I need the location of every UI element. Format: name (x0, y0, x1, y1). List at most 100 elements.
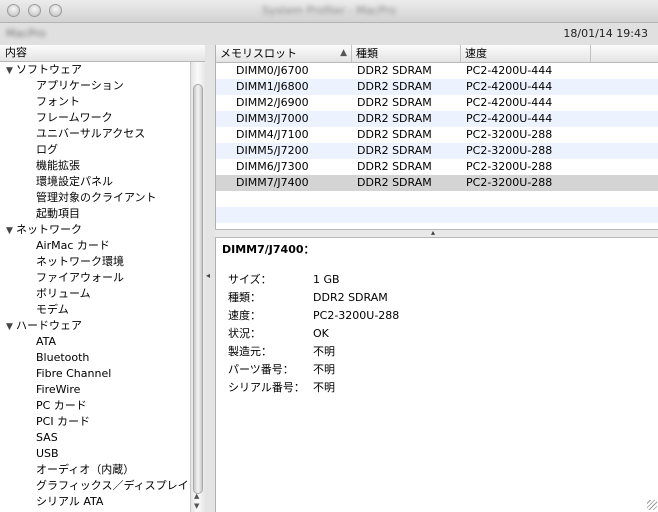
sidebar-item-label: 環境設定パネル (36, 175, 113, 188)
table-cell: DDR2 SDRAM (357, 176, 432, 189)
sidebar-item[interactable]: PC カード (0, 398, 190, 414)
machine-name: MacPro (6, 27, 46, 40)
sidebar-item[interactable]: ログ (0, 142, 190, 158)
detail-value: 不明 (313, 345, 335, 358)
table-cell: DIMM4/J7100 (236, 128, 309, 141)
table-cell: PC2-3200U-288 (466, 176, 553, 189)
sidebar-item[interactable]: モデム (0, 302, 190, 318)
sidebar-item[interactable]: PCI カード (0, 414, 190, 430)
sidebar-item[interactable]: フォント (0, 94, 190, 110)
table-cell: DDR2 SDRAM (357, 128, 432, 141)
detail-row: シリアル番号： 不明 (228, 379, 528, 397)
detail-value: PC2-3200U-288 (313, 309, 400, 322)
detail-key: 速度： (228, 309, 261, 322)
column-speed[interactable]: 速度 (461, 45, 591, 62)
scrollbar-thumb[interactable] (193, 84, 203, 494)
empty-row (216, 207, 658, 223)
sidebar-item[interactable]: FireWire (0, 382, 190, 398)
disclosure-triangle-icon[interactable]: ▼ (6, 223, 16, 239)
detail-pane: DIMM7/J7400： サイズ： 1 GB 種類： DDR2 SDRAM 速度： PC2… (215, 238, 658, 512)
table-row[interactable]: DIMM7/J7400 DDR2 SDRAM PC2-3200U-288 (216, 175, 658, 191)
sidebar-item[interactable]: ファイアウォール (0, 270, 190, 286)
horizontal-splitter[interactable]: ▴ (215, 228, 658, 238)
sidebar-item-label: フレームワーク (36, 111, 113, 124)
splitter-grip-icon[interactable]: ▴ (431, 228, 435, 237)
table-cell: DDR2 SDRAM (357, 64, 432, 77)
sidebar-item[interactable]: 起動項目 (0, 206, 190, 222)
info-bar: MacPro 18/01/14 19:43 (0, 23, 658, 46)
table-row[interactable]: DIMM0/J6700 DDR2 SDRAM PC2-4200U-444 (216, 63, 658, 79)
sidebar-item[interactable]: ボリューム (0, 286, 190, 302)
table-cell: DIMM0/J6700 (236, 64, 309, 77)
detail-value: 1 GB (313, 273, 340, 286)
table-row[interactable]: DIMM1/J6800 DDR2 SDRAM PC2-4200U-444 (216, 79, 658, 95)
sidebar-item[interactable]: オーディオ（内蔵） (0, 462, 190, 478)
table-row[interactable]: DIMM6/J7300 DDR2 SDRAM PC2-3200U-288 (216, 159, 658, 175)
sidebar-item-label: 機能拡張 (36, 159, 80, 172)
sidebar-item[interactable]: 環境設定パネル (0, 174, 190, 190)
scroll-up-icon[interactable]: ▲ (194, 492, 199, 500)
detail-value: DDR2 SDRAM (313, 291, 388, 304)
sidebar-item-label: ソフトウェア (16, 63, 82, 76)
table-row[interactable]: DIMM4/J7100 DDR2 SDRAM PC2-3200U-288 (216, 127, 658, 143)
sidebar-item[interactable]: AirMac カード (0, 238, 190, 254)
sort-ascending-icon: ▲ (340, 48, 347, 58)
sidebar-category[interactable]: ▼ ハードウェア (0, 318, 190, 334)
table-cell: DIMM7/J7400 (236, 176, 309, 189)
resize-grip-icon[interactable] (647, 500, 657, 510)
sidebar-item[interactable]: アプリケーション (0, 78, 190, 94)
table-row[interactable]: DIMM2/J6900 DDR2 SDRAM PC2-4200U-444 (216, 95, 658, 111)
detail-fields: サイズ： 1 GB 種類： DDR2 SDRAM 速度： PC2-3200U-288 状況：… (228, 271, 528, 397)
sidebar-item[interactable]: 機能拡張 (0, 158, 190, 174)
memory-table: メモリスロット ▲ 種類 速度 DIMM0/J6700 DDR2 SDRAM PC2… (215, 45, 658, 229)
sidebar-item-label: シリアル ATA (36, 495, 104, 508)
detail-key: 状況： (228, 327, 261, 340)
scroll-down-icon[interactable]: ▼ (194, 502, 199, 510)
table-header: メモリスロット ▲ 種類 速度 (216, 45, 658, 63)
sidebar-item[interactable]: Fibre Channel (0, 366, 190, 382)
vertical-splitter[interactable]: ◂ (205, 45, 215, 512)
sidebar-category[interactable]: ▼ ネットワーク (0, 222, 190, 238)
table-cell: PC2-4200U-444 (466, 96, 553, 109)
sidebar-item[interactable]: Bluetooth (0, 350, 190, 366)
detail-row: 速度： PC2-3200U-288 (228, 307, 528, 325)
table-row[interactable]: DIMM5/J7200 DDR2 SDRAM PC2-3200U-288 (216, 143, 658, 159)
sidebar-item[interactable]: ユニバーサルアクセス (0, 126, 190, 142)
sidebar-item-label: モデム (36, 303, 69, 316)
sidebar-item-label: ハードウェア (16, 319, 82, 332)
table-row[interactable]: DIMM3/J7000 DDR2 SDRAM PC2-4200U-444 (216, 111, 658, 127)
sidebar-scrollbar[interactable]: ▲ ▼ (190, 62, 205, 512)
date-time: 18/01/14 19:43 (563, 27, 648, 40)
column-type[interactable]: 種類 (352, 45, 461, 62)
disclosure-triangle-icon[interactable]: ▼ (6, 319, 16, 335)
sidebar-item[interactable]: USB (0, 446, 190, 462)
sidebar-category[interactable]: ▼ ソフトウェア (0, 62, 190, 78)
sidebar-item[interactable]: ATA (0, 334, 190, 350)
sidebar-header[interactable]: 内容 (0, 45, 205, 62)
detail-row: 製造元： 不明 (228, 343, 528, 361)
table-cell: DIMM2/J6900 (236, 96, 309, 109)
sidebar-item-label: ATA (36, 335, 57, 348)
sidebar-item[interactable]: シリアル ATA (0, 494, 190, 510)
sidebar-item-label: オーディオ（内蔵） (36, 463, 135, 476)
contents-sidebar: 内容 ▼ ソフトウェア アプリケーション フォント フレームワーク ユニバーサルアクセスロ… (0, 45, 206, 512)
table-cell: PC2-4200U-444 (466, 64, 553, 77)
sidebar-item[interactable]: ネットワーク環境 (0, 254, 190, 270)
sidebar-item-label: Fibre Channel (36, 367, 112, 380)
sidebar-item[interactable]: 管理対象のクライアント (0, 190, 190, 206)
splitter-grip-icon[interactable]: ◂ (206, 271, 210, 280)
table-cell: DIMM3/J7000 (236, 112, 309, 125)
sidebar-item-label: ネットワーク (16, 223, 82, 236)
sidebar-item[interactable]: フレームワーク (0, 110, 190, 126)
table-cell: DIMM5/J7200 (236, 144, 309, 157)
sidebar-item-label: ログ (36, 143, 58, 156)
column-memory-slot[interactable]: メモリスロット ▲ (216, 45, 352, 62)
sidebar-item[interactable]: グラフィックス／ディスプレイ (0, 478, 190, 494)
disclosure-triangle-icon[interactable]: ▼ (6, 63, 16, 79)
table-body: DIMM0/J6700 DDR2 SDRAM PC2-4200U-444 DIMM1/… (216, 63, 658, 239)
sidebar-item-label: ファイアウォール (36, 271, 124, 284)
window-title: System Profiler - MacPro (262, 4, 396, 17)
sidebar-item[interactable]: SAS (0, 430, 190, 446)
sidebar-item-label: ボリューム (36, 287, 91, 300)
sidebar-item-label: 管理対象のクライアント (36, 191, 157, 204)
